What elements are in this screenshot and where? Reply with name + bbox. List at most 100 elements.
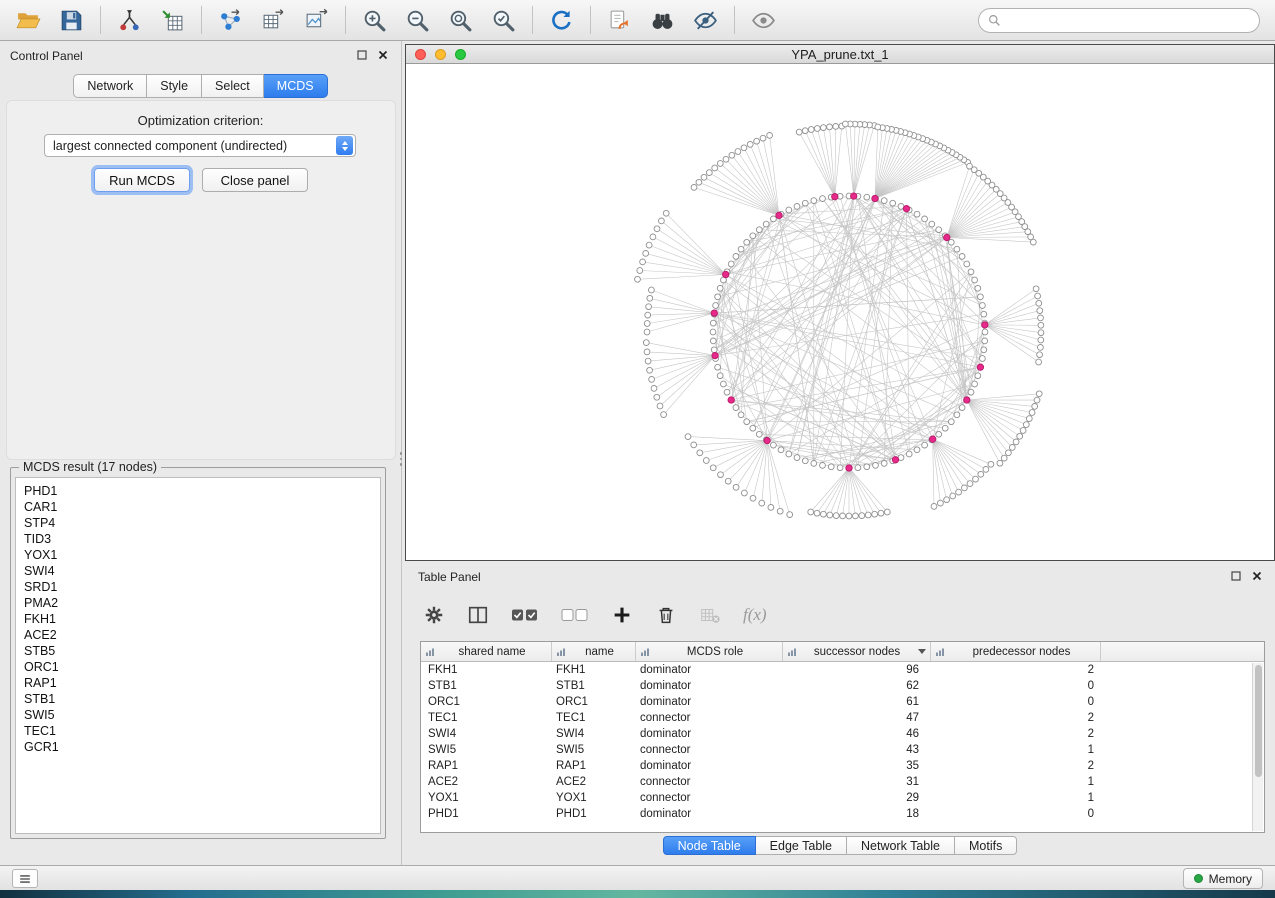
memory-status-dot bbox=[1194, 874, 1203, 883]
cell-name: SWI5 bbox=[552, 744, 636, 756]
mcds-result-item[interactable]: ORC1 bbox=[24, 659, 380, 675]
tab-style[interactable]: Style bbox=[147, 74, 202, 98]
scrollbar-thumb[interactable] bbox=[1255, 665, 1262, 777]
mcds-result-item[interactable]: ACE2 bbox=[24, 627, 380, 643]
column-header-mcds-role[interactable]: MCDS role bbox=[636, 642, 783, 661]
table-scrollbar[interactable] bbox=[1252, 663, 1263, 831]
refresh-layout-icon[interactable] bbox=[548, 7, 575, 34]
mcds-result-item[interactable]: CAR1 bbox=[24, 499, 380, 515]
node-table[interactable]: shared name name MCDS rolesuccessor nodesp… bbox=[420, 641, 1265, 833]
table-row[interactable]: SWI4SWI4dominator462 bbox=[421, 726, 1264, 742]
close-panel-button[interactable]: Close panel bbox=[202, 168, 308, 192]
tab-network[interactable]: Network bbox=[73, 74, 147, 98]
sort-bars-icon bbox=[935, 647, 945, 657]
table-row[interactable]: PHD1PHD1dominator180 bbox=[421, 806, 1264, 822]
mcds-result-item[interactable]: TID3 bbox=[24, 531, 380, 547]
cell-predecessor-nodes: 1 bbox=[931, 792, 1101, 804]
mcds-result-item[interactable]: STB5 bbox=[24, 643, 380, 659]
search-field[interactable] bbox=[978, 8, 1260, 33]
tab-motifs[interactable]: Motifs bbox=[955, 836, 1017, 855]
function-builder-icon[interactable]: f(x) bbox=[743, 605, 767, 625]
run-mcds-button[interactable]: Run MCDS bbox=[94, 168, 190, 192]
search-input[interactable] bbox=[1006, 12, 1250, 28]
mcds-result-item[interactable]: SRD1 bbox=[24, 579, 380, 595]
tab-mcds[interactable]: MCDS bbox=[264, 74, 328, 98]
deselect-all-columns-icon[interactable] bbox=[561, 602, 589, 628]
sort-chevron-icon[interactable] bbox=[918, 649, 926, 654]
close-panel-icon[interactable] bbox=[1251, 570, 1263, 582]
memory-button[interactable]: Memory bbox=[1183, 868, 1263, 889]
column-header-successor-nodes[interactable]: successor nodes bbox=[783, 642, 931, 661]
table-row[interactable]: ACE2ACE2connector311 bbox=[421, 774, 1264, 790]
mcds-result-item[interactable]: STB1 bbox=[24, 691, 380, 707]
float-panel-icon[interactable] bbox=[1230, 570, 1242, 582]
mcds-result-item[interactable]: SWI5 bbox=[24, 707, 380, 723]
mcds-result-item[interactable]: SWI4 bbox=[24, 563, 380, 579]
column-header-filler bbox=[1101, 642, 1264, 661]
table-row[interactable]: SWI5SWI5connector431 bbox=[421, 742, 1264, 758]
mcds-result-item[interactable]: TEC1 bbox=[24, 723, 380, 739]
cell-successor-nodes: 46 bbox=[783, 728, 931, 740]
tab-select[interactable]: Select bbox=[202, 74, 264, 98]
tab-network-table[interactable]: Network Table bbox=[847, 836, 955, 855]
import-table-icon[interactable] bbox=[159, 7, 186, 34]
show-eye-icon[interactable] bbox=[750, 7, 777, 34]
share-document-icon[interactable] bbox=[606, 7, 633, 34]
cell-mcds-role: dominator bbox=[636, 760, 783, 772]
network-canvas[interactable] bbox=[406, 64, 1274, 560]
sort-bars-icon bbox=[556, 647, 566, 657]
network-graph[interactable] bbox=[406, 64, 1274, 560]
panel-splitter-handle[interactable] bbox=[398, 446, 404, 472]
sort-bars-icon bbox=[425, 647, 435, 657]
mcds-result-list[interactable]: PHD1CAR1STP4TID3YOX1SWI4SRD1PMA2FKH1ACE2… bbox=[15, 477, 381, 834]
add-column-icon[interactable] bbox=[611, 602, 633, 628]
float-panel-icon[interactable] bbox=[356, 49, 368, 61]
delete-column-icon[interactable] bbox=[655, 602, 677, 628]
show-columns-icon[interactable] bbox=[467, 602, 489, 628]
table-row[interactable]: ORC1ORC1dominator610 bbox=[421, 694, 1264, 710]
search-icon bbox=[988, 14, 1001, 27]
mcds-result-item[interactable]: PHD1 bbox=[24, 483, 380, 499]
close-panel-icon[interactable] bbox=[377, 49, 389, 61]
zoom-out-icon[interactable] bbox=[404, 7, 431, 34]
table-row[interactable]: FKH1FKH1dominator962 bbox=[421, 662, 1264, 678]
mcds-result-item[interactable]: PMA2 bbox=[24, 595, 380, 611]
column-header-shared-name[interactable]: shared name bbox=[421, 642, 552, 661]
search-binoculars-icon[interactable] bbox=[649, 7, 676, 34]
tab-edge-table[interactable]: Edge Table bbox=[756, 836, 847, 855]
table-row[interactable]: RAP1RAP1dominator352 bbox=[421, 758, 1264, 774]
table-row[interactable]: TEC1TEC1connector472 bbox=[421, 710, 1264, 726]
mcds-result-item[interactable]: FKH1 bbox=[24, 611, 380, 627]
import-network-icon[interactable] bbox=[116, 7, 143, 34]
table-row[interactable]: STB1STB1dominator620 bbox=[421, 678, 1264, 694]
column-header-predecessor-nodes[interactable]: predecessor nodes bbox=[931, 642, 1101, 661]
column-header-name[interactable]: name bbox=[552, 642, 636, 661]
zoom-fit-icon[interactable] bbox=[447, 7, 474, 34]
control-panel-tabbar: NetworkStyleSelectMCDS bbox=[0, 74, 401, 98]
zoom-in-icon[interactable] bbox=[361, 7, 388, 34]
export-image-icon[interactable] bbox=[303, 7, 330, 34]
minimize-window-button[interactable] bbox=[435, 49, 446, 60]
cell-successor-nodes: 31 bbox=[783, 776, 931, 788]
hide-selected-icon[interactable] bbox=[692, 7, 719, 34]
network-window-titlebar[interactable]: YPA_prune.txt_1 bbox=[406, 45, 1274, 64]
table-row[interactable]: YOX1YOX1connector291 bbox=[421, 790, 1264, 806]
maximize-window-button[interactable] bbox=[455, 49, 466, 60]
mcds-result-item[interactable]: YOX1 bbox=[24, 547, 380, 563]
save-icon[interactable] bbox=[58, 7, 85, 34]
status-menu-button[interactable] bbox=[12, 869, 38, 888]
export-table-icon[interactable] bbox=[260, 7, 287, 34]
mcds-result-item[interactable]: RAP1 bbox=[24, 675, 380, 691]
table-settings-gear-icon[interactable] bbox=[423, 602, 445, 628]
open-file-icon[interactable] bbox=[15, 7, 42, 34]
mcds-result-item[interactable]: STP4 bbox=[24, 515, 380, 531]
tab-node-table[interactable]: Node Table bbox=[663, 836, 756, 855]
column-label: name bbox=[568, 646, 631, 658]
export-network-icon[interactable] bbox=[217, 7, 244, 34]
zoom-selected-icon[interactable] bbox=[490, 7, 517, 34]
select-all-columns-icon[interactable] bbox=[511, 602, 539, 628]
close-window-button[interactable] bbox=[415, 49, 426, 60]
control-panel: Control Panel NetworkStyleSelectMCDS Opt… bbox=[0, 41, 402, 865]
optimization-criterion-dropdown[interactable]: largest connected component (undirected) bbox=[44, 134, 356, 157]
mcds-result-item[interactable]: GCR1 bbox=[24, 739, 380, 755]
